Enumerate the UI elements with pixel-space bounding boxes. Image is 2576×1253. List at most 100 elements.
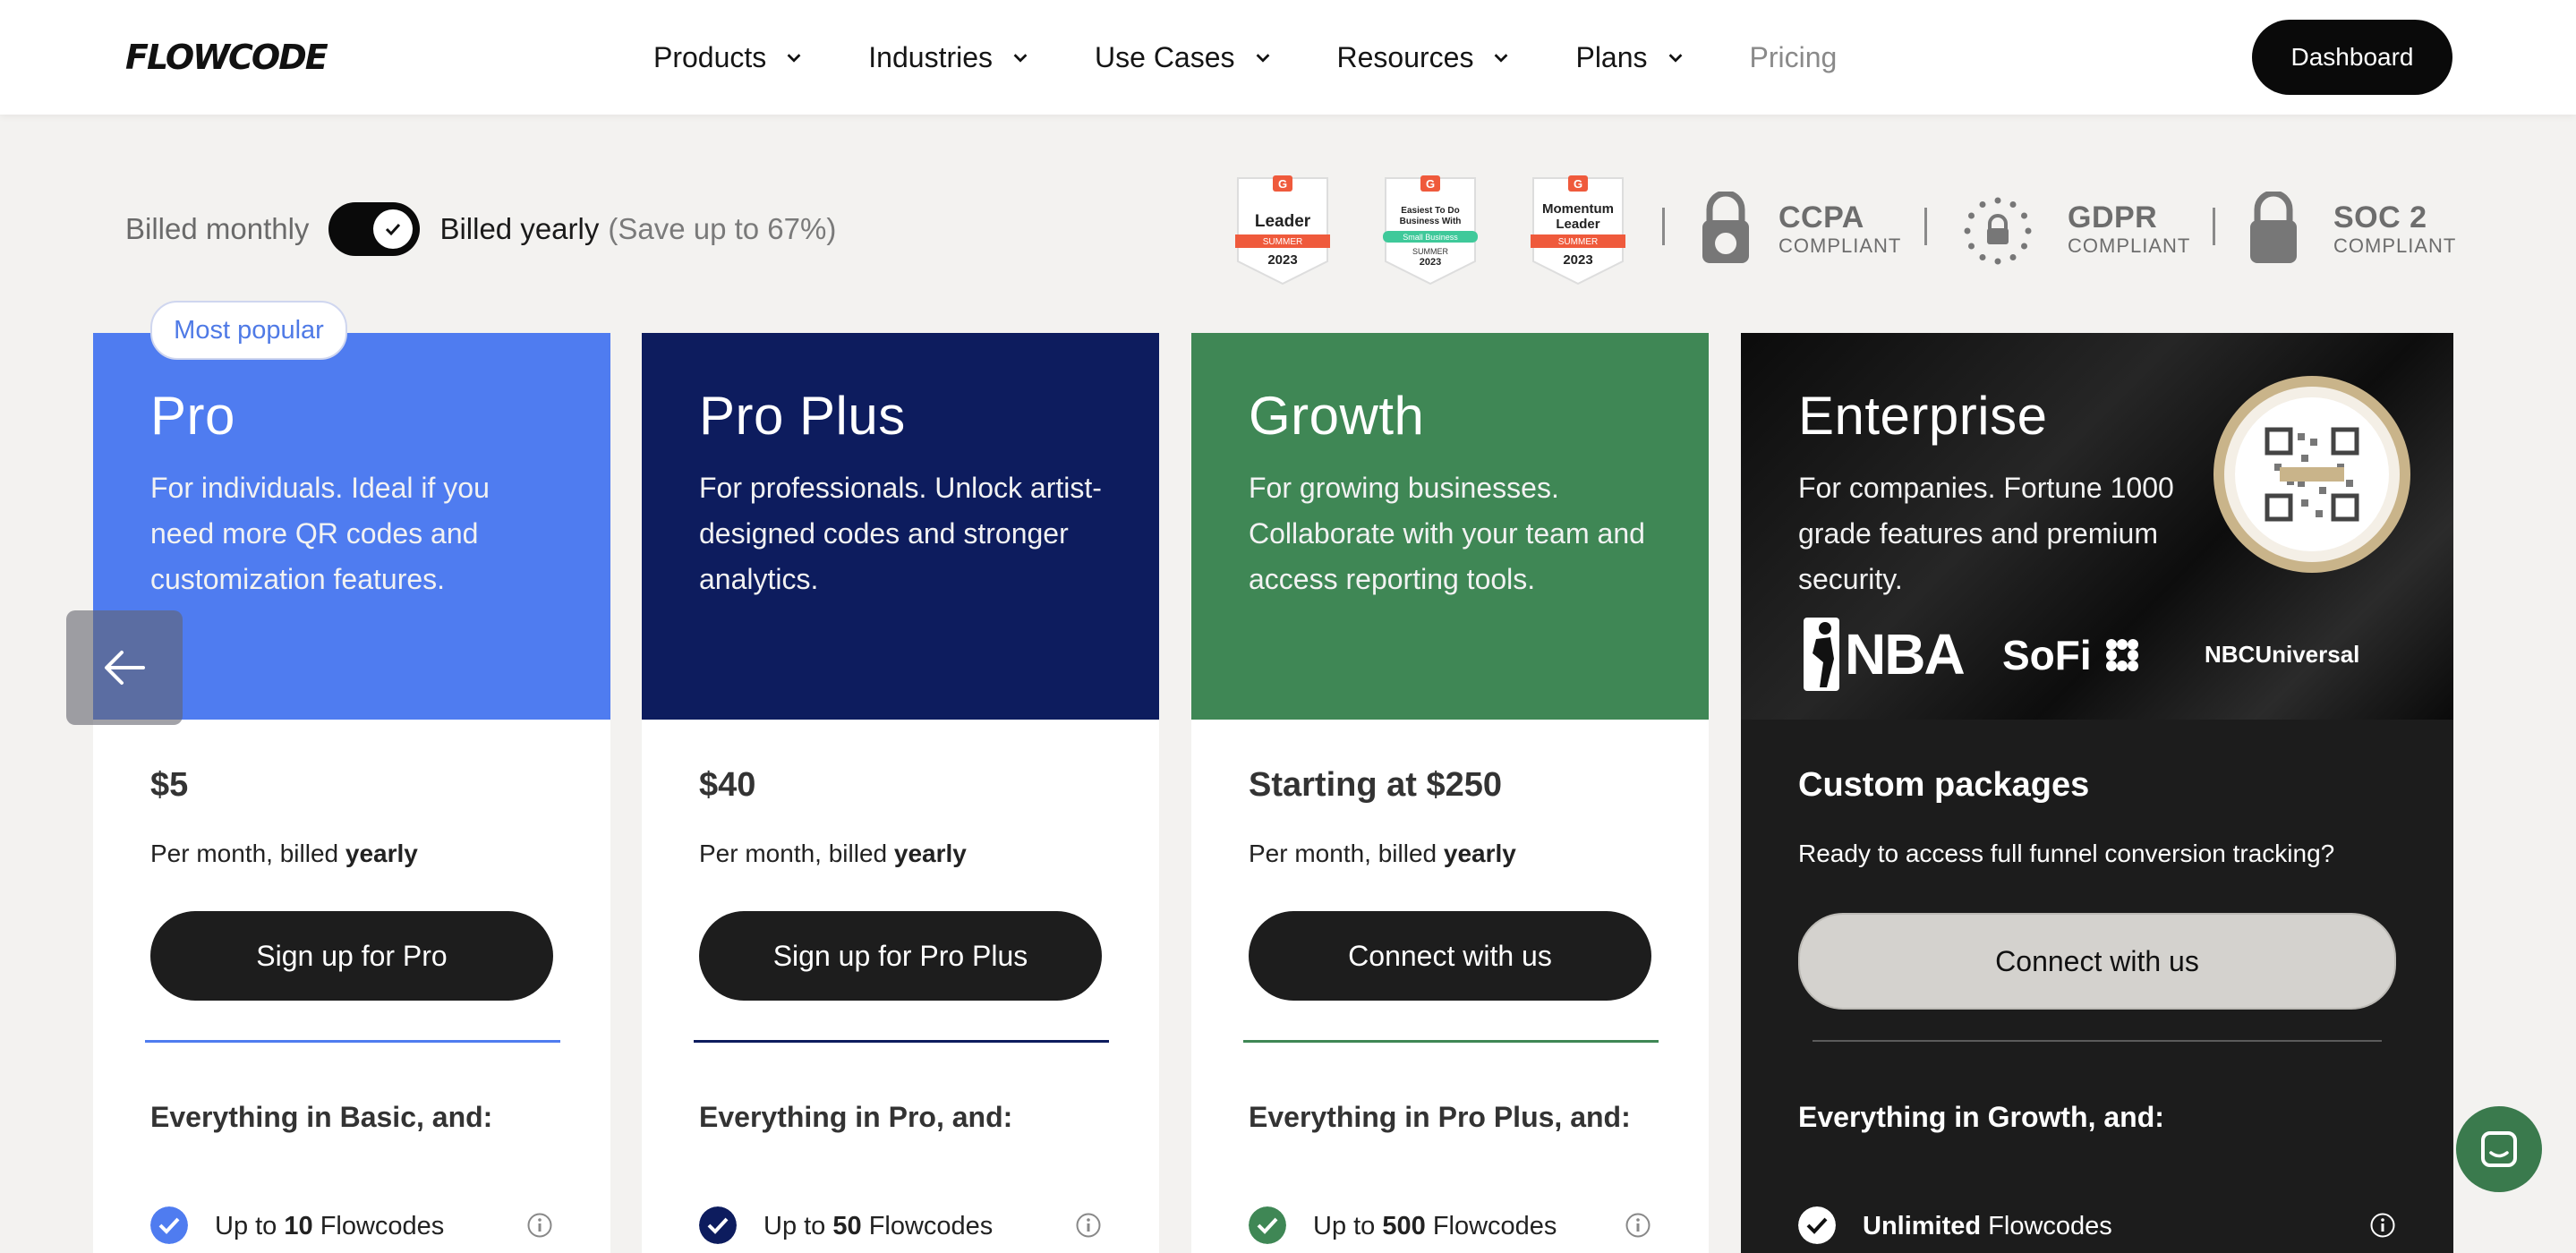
g2-momentum-badge: G Momentum Leader SUMMER 2023 (1531, 175, 1625, 286)
gdpr-stars-icon (1964, 197, 2032, 265)
plan-name: Pro Plus (699, 386, 906, 446)
dashboard-button[interactable]: Dashboard (2252, 20, 2452, 95)
nav-resources[interactable]: Resources (1337, 41, 1512, 74)
billing-period: Per month, billed yearly (1249, 840, 1516, 867)
connect-with-us-button[interactable]: Connect with us (1798, 913, 2396, 1010)
plan-card-growth: Growth For growing businesses. Collabora… (1191, 333, 1709, 1253)
plan-description: For growing businesses. Collaborate with… (1249, 472, 1645, 595)
carousel-prev-button[interactable] (66, 610, 183, 725)
features-heading: Everything in Growth, and: (1798, 1101, 2164, 1133)
sofi-grid-icon (2106, 639, 2138, 671)
divider (1662, 208, 1665, 245)
plan-name: Growth (1249, 386, 1425, 446)
badge-easiest-year: 2023 (1420, 257, 1441, 268)
sofi-text: SoFi (2002, 632, 2092, 678)
billing-period: Ready to access full funnel conversion t… (1798, 840, 2335, 867)
svg-text:Business With: Business With (1400, 217, 1462, 226)
divider (1243, 1040, 1659, 1043)
nav-products-label: Products (653, 40, 767, 73)
features-heading: Everything in Pro, and: (699, 1101, 1013, 1133)
badge-momentum-ribbon: SUMMER (1558, 237, 1598, 247)
check-circle-icon (1249, 1206, 1286, 1244)
plan-card-header: Enterprise For companies. Fortune 1000 g… (1741, 333, 2453, 720)
divider (1813, 1040, 2382, 1042)
flowcode-qr-medallion-icon (2213, 376, 2410, 573)
nav-products[interactable]: Products (653, 41, 804, 74)
svg-text:G: G (1426, 177, 1435, 191)
nav-pricing[interactable]: Pricing (1750, 41, 1838, 74)
plan-card-header: Growth For growing businesses. Collabora… (1191, 333, 1709, 720)
info-icon[interactable] (1625, 1212, 1651, 1239)
plan-card-pro-plus: Pro Plus For professionals. Unlock artis… (642, 333, 1159, 1253)
nav-plans[interactable]: Plans (1575, 41, 1685, 74)
billed-yearly-label[interactable]: Billed yearly (439, 212, 599, 246)
plan-price: $40 (699, 766, 756, 804)
ccpa-subtitle: COMPLIANT (1778, 234, 1902, 257)
divider (1924, 208, 1927, 245)
badge-momentum-year: 2023 (1563, 252, 1592, 268)
ccpa-lock-icon (1702, 192, 1749, 263)
feature-text: Up to 50 Flowcodes (763, 1212, 994, 1240)
svg-text:Momentum: Momentum (1542, 201, 1614, 217)
check-circle-icon (699, 1206, 737, 1244)
nav-industries[interactable]: Industries (868, 41, 1030, 74)
billed-monthly-label[interactable]: Billed monthly (125, 212, 309, 246)
top-navbar: FLOWCODE Products Industries Use Cases R… (0, 0, 2576, 115)
chevron-down-icon (1013, 54, 1028, 63)
plan-price: $5 (150, 766, 189, 804)
flowcode-logo[interactable]: FLOWCODE (125, 38, 328, 77)
badge-leader-year: 2023 (1267, 252, 1297, 268)
features-heading: Everything in Basic, and: (150, 1101, 493, 1133)
chat-launcher-button[interactable] (2456, 1106, 2542, 1192)
feature-text: Up to 500 Flowcodes (1313, 1212, 1557, 1240)
chevron-down-icon (1256, 54, 1269, 63)
sign-up-pro-plus-button[interactable]: Sign up for Pro Plus (699, 911, 1102, 1001)
save-note: (Save up to 67%) (608, 212, 837, 245)
nav-use-cases-label: Use Cases (1095, 40, 1235, 73)
sofi-logo: SoFi (2002, 630, 2145, 680)
svg-text:G: G (1278, 177, 1287, 191)
divider (694, 1040, 1109, 1043)
nav-plans-label: Plans (1575, 40, 1648, 73)
nav-industries-label: Industries (868, 40, 994, 73)
g2-easiest-badge: G Easiest To Do Business With Small Busi… (1383, 175, 1478, 286)
sign-up-pro-button[interactable]: Sign up for Pro (150, 911, 553, 1001)
plan-card-pro: Pro For individuals. Ideal if you need m… (93, 333, 610, 1253)
plan-name: Enterprise (1798, 386, 2048, 446)
nba-logoman-icon (1804, 618, 1839, 691)
ccpa-title: CCPA (1778, 200, 1864, 234)
soc2-lock-icon (2250, 192, 2297, 263)
badge-leader-title: Leader (1255, 212, 1311, 231)
nav-resources-label: Resources (1336, 40, 1474, 73)
feature-item: Up to 50 Flowcodes (699, 1206, 1102, 1248)
nba-logo: NBA (1804, 618, 1966, 691)
svg-text:Easiest To Do: Easiest To Do (1401, 206, 1459, 216)
feature-item: Up to 500 Flowcodes (1249, 1206, 1651, 1248)
plan-description: For professionals. Unlock artist-designe… (699, 472, 1102, 595)
nav-pricing-label: Pricing (1749, 40, 1838, 73)
feature-item: Unlimited Flowcodes (1798, 1206, 2396, 1248)
info-icon[interactable] (2369, 1212, 2396, 1239)
nbcuniversal-logo: NBCUniversal (2205, 641, 2360, 668)
nav-use-cases[interactable]: Use Cases (1095, 41, 1273, 74)
plan-card-enterprise: Enterprise For companies. Fortune 1000 g… (1741, 333, 2453, 1253)
check-circle-icon (1798, 1206, 1836, 1244)
info-icon[interactable] (1075, 1212, 1102, 1239)
soc2-subtitle: COMPLIANT (2333, 234, 2457, 257)
soc2-title: SOC 2 (2333, 200, 2427, 234)
info-icon[interactable] (526, 1212, 553, 1239)
plan-description: For companies. Fortune 1000 grade featur… (1798, 472, 2174, 595)
billing-toggle[interactable] (328, 202, 421, 256)
gdpr-subtitle: COMPLIANT (2068, 234, 2191, 257)
plan-description: For individuals. Ideal if you need more … (150, 472, 490, 595)
svg-text:Leader: Leader (1556, 217, 1599, 232)
gdpr-title: GDPR (2068, 200, 2158, 234)
feature-item: Up to 10 Flowcodes (150, 1206, 553, 1248)
badge-easiest-season: SUMMER (1412, 247, 1448, 256)
chevron-down-icon (1668, 54, 1682, 63)
divider (145, 1040, 560, 1043)
feature-text: Up to 10 Flowcodes (215, 1212, 445, 1240)
connect-with-us-button[interactable]: Connect with us (1249, 911, 1651, 1001)
check-circle-icon (150, 1206, 188, 1244)
badge-leader-ribbon: SUMMER (1263, 237, 1302, 247)
